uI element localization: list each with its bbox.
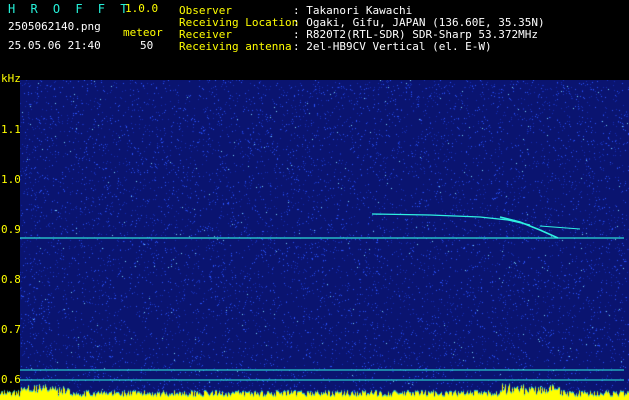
meteor-trace [539, 225, 581, 230]
hrofft-window: H R O F F T 1.0.0 2505062140.png 25.05.0… [0, 0, 629, 400]
meteor-trace [371, 213, 531, 226]
signal-level-bar [0, 382, 629, 400]
trace-overlay [20, 213, 624, 381]
